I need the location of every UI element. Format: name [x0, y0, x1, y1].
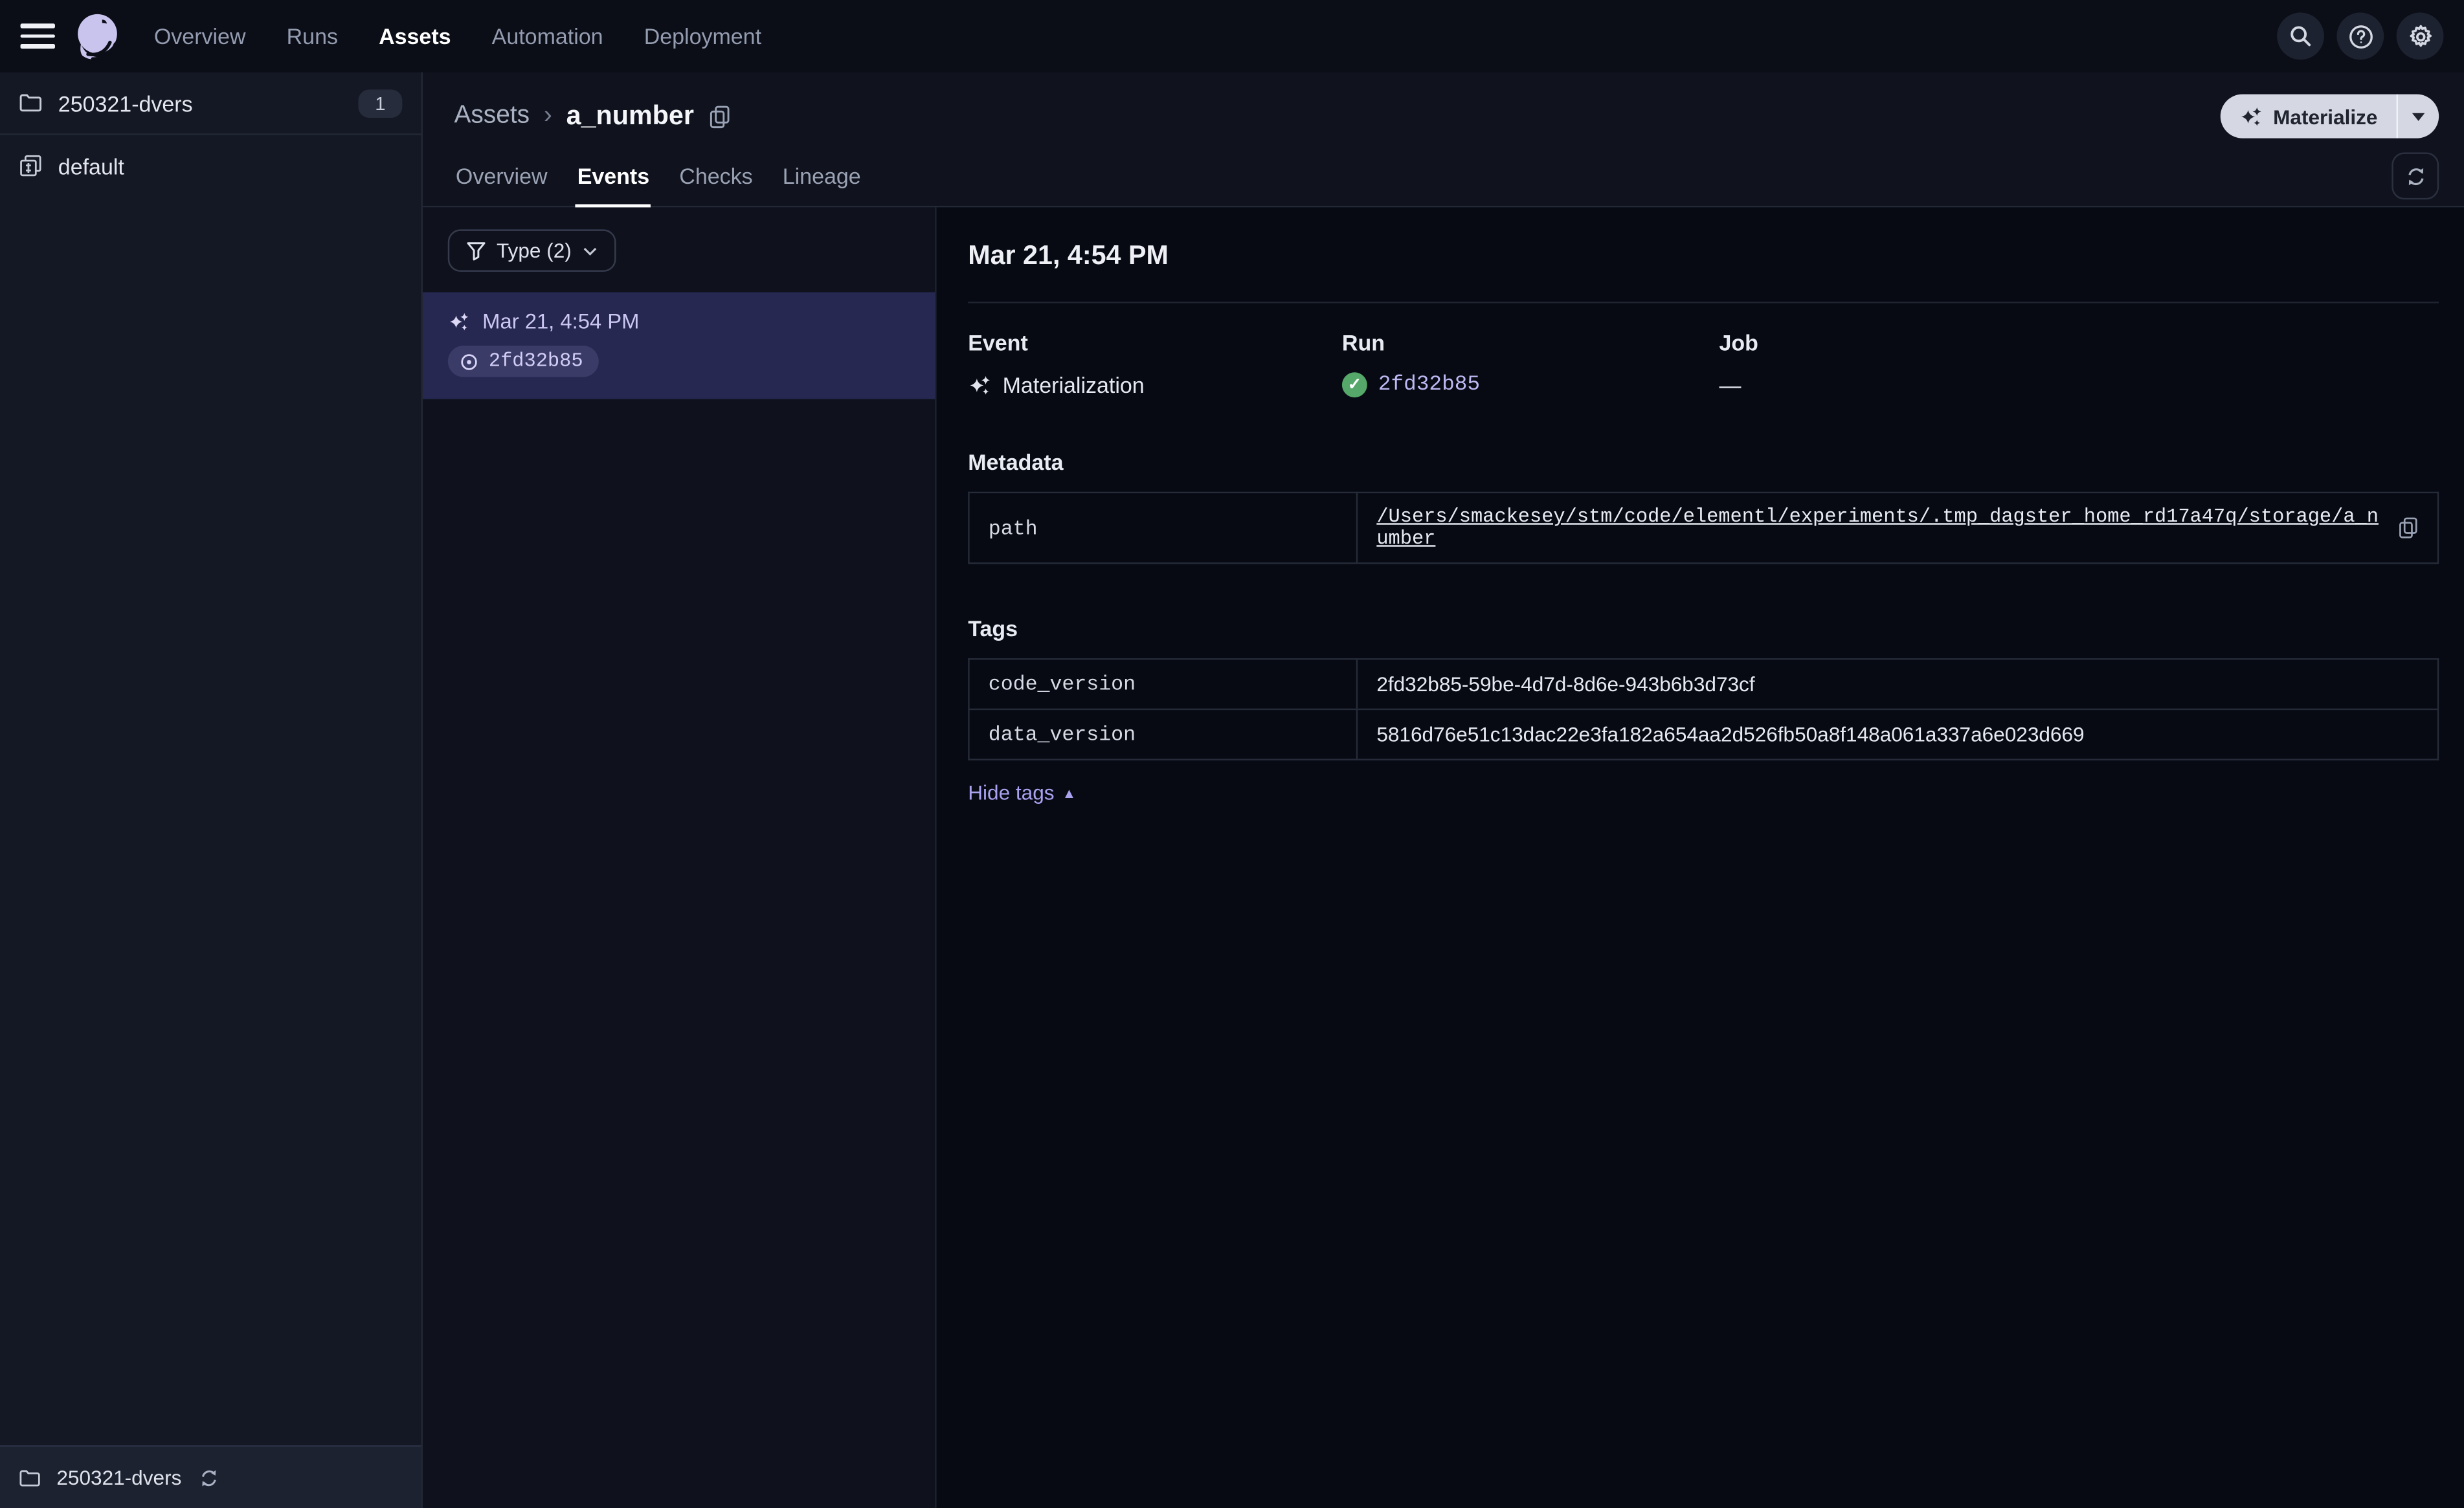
asset-group-icon — [19, 154, 42, 177]
event-timestamp: Mar 21, 4:54 PM — [482, 309, 640, 333]
hide-tags-link[interactable]: Hide tags ▲ — [968, 781, 1076, 804]
table-row: path /Users/smackesey/stm/code/elementl/… — [968, 491, 2439, 564]
job-value: — — [1719, 372, 1742, 398]
breadcrumb: Assets › a_number — [454, 100, 730, 132]
detail-divider — [968, 302, 2439, 304]
tag-value: 2fd32b85-59be-4d7d-8d6e-943b6b3d73cf — [1356, 658, 2439, 711]
primary-nav: Overview Runs Assets Automation Deployme… — [154, 23, 761, 49]
run-id-pill-label: 2fd32b85 — [488, 350, 583, 373]
gear-icon — [2409, 24, 2431, 47]
breadcrumb-separator: › — [543, 102, 552, 129]
table-row: data_version 5816d76e51c13dac22e3fa182a6… — [968, 708, 2439, 760]
filter-icon — [467, 241, 486, 260]
asset-catalog-sidebar: 250321-dvers 1 default 250321-dvers — [0, 72, 423, 1508]
event-column-label: Event — [968, 329, 1028, 355]
tab-overview[interactable]: Overview — [454, 148, 549, 206]
top-nav: Overview Runs Assets Automation Deployme… — [0, 0, 2464, 72]
settings-button[interactable] — [2396, 12, 2444, 60]
sidebar-item-label: default — [58, 153, 124, 179]
hide-tags-label: Hide tags — [968, 781, 1055, 804]
tags-table: code_version 2fd32b85-59be-4d7d-8d6e-943… — [968, 658, 2439, 760]
code-location-footer[interactable]: 250321-dvers — [0, 1445, 421, 1508]
chevron-down-icon — [2412, 112, 2425, 120]
sidebar-item-default[interactable]: default — [0, 135, 421, 197]
tags-heading: Tags — [968, 615, 1018, 641]
breadcrumb-assets-link[interactable]: Assets — [454, 102, 530, 131]
tag-key: code_version — [968, 658, 1358, 711]
refresh-button[interactable] — [2391, 152, 2439, 200]
copy-path-button[interactable] — [2398, 517, 2419, 539]
materialize-label: Materialize — [2273, 104, 2378, 128]
copy-icon — [2399, 517, 2417, 538]
event-detail-title: Mar 21, 4:54 PM — [968, 240, 1169, 271]
type-filter-button[interactable]: Type (2) — [447, 229, 616, 272]
folder-icon — [19, 1467, 41, 1489]
sparkle-icon — [2240, 106, 2261, 126]
materialize-button[interactable]: Materialize — [2220, 94, 2397, 139]
materialization-sparkle-icon — [448, 310, 470, 332]
sidebar-group-count-badge: 1 — [358, 89, 403, 117]
event-list-item[interactable]: Mar 21, 4:54 PM 2fd32b85 — [422, 292, 935, 399]
asset-detail-main: Assets › a_number Materialize Overview E… — [422, 72, 2464, 1508]
type-filter-label: Type (2) — [497, 238, 572, 263]
metadata-table: path /Users/smackesey/stm/code/elementl/… — [968, 491, 2439, 564]
dagster-logo-icon[interactable] — [73, 11, 123, 61]
chevron-down-icon — [583, 246, 597, 256]
tab-lineage[interactable]: Lineage — [781, 148, 862, 206]
reload-location-icon[interactable] — [197, 1467, 219, 1489]
metadata-key: path — [968, 491, 1358, 564]
run-column-label: Run — [1341, 329, 1385, 355]
search-button[interactable] — [2277, 12, 2324, 60]
help-icon — [2348, 24, 2372, 48]
chevron-up-icon: ▲ — [1062, 784, 1077, 801]
tag-key: data_version — [968, 708, 1358, 760]
event-summary-columns: Event Materialization Run ✓ 2fd32b85 Job… — [968, 329, 2439, 398]
events-list-panel: Type (2) Mar 21, 4:54 PM 2fd32b85 — [422, 207, 937, 1508]
run-id-pill[interactable]: 2fd32b85 — [447, 346, 599, 377]
refresh-icon — [2408, 167, 2423, 185]
materialization-sparkle-icon — [968, 373, 991, 396]
page-title: a_number — [566, 100, 694, 131]
metadata-path-link[interactable]: /Users/smackesey/stm/code/elementl/exper… — [1376, 506, 2385, 550]
app-window: Overview Runs Assets Automation Deployme… — [0, 0, 2464, 1508]
tab-checks[interactable]: Checks — [678, 148, 754, 206]
hamburger-menu-icon[interactable] — [20, 23, 55, 49]
nav-item-runs[interactable]: Runs — [287, 23, 338, 49]
nav-item-deployment[interactable]: Deployment — [644, 23, 761, 49]
folder-icon — [19, 91, 42, 115]
job-column-label: Job — [1719, 329, 1758, 355]
code-location-label: 250321-dvers — [56, 1465, 182, 1490]
run-id-link[interactable]: 2fd32b85 — [1378, 373, 1480, 396]
copy-icon — [709, 105, 729, 128]
tab-bar: Overview Events Checks Lineage — [422, 148, 2464, 208]
event-type-value: Materialization — [1002, 372, 1145, 398]
table-row: code_version 2fd32b85-59be-4d7d-8d6e-943… — [968, 658, 2439, 711]
sidebar-group-row[interactable]: 250321-dvers 1 — [0, 72, 421, 135]
run-status-icon — [459, 351, 480, 372]
event-detail-panel: Mar 21, 4:54 PM Event Materialization Ru… — [936, 207, 2464, 1508]
materialize-split-button: Materialize — [2219, 94, 2439, 139]
sidebar-group-label: 250321-dvers — [58, 90, 193, 116]
help-button[interactable] — [2336, 12, 2384, 60]
search-icon — [2290, 26, 2311, 47]
nav-item-automation[interactable]: Automation — [492, 23, 603, 49]
materialize-dropdown-button[interactable] — [2398, 94, 2439, 139]
nav-item-assets[interactable]: Assets — [379, 23, 451, 49]
run-success-icon: ✓ — [1341, 372, 1367, 398]
nav-item-overview[interactable]: Overview — [154, 23, 246, 49]
copy-asset-name-button[interactable] — [708, 104, 730, 128]
metadata-heading: Metadata — [968, 449, 1064, 475]
page-header: Assets › a_number Materialize — [423, 72, 2464, 139]
tab-events[interactable]: Events — [576, 148, 651, 208]
tag-value: 5816d76e51c13dac22e3fa182a654aa2d526fb50… — [1356, 708, 2439, 760]
